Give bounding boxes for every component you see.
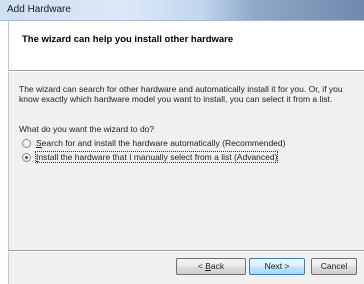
option-search-label[interactable]: Search for and install the hardware auto… bbox=[36, 138, 285, 148]
title-bar[interactable]: Add Hardware bbox=[0, 0, 364, 21]
radio-search-automatically[interactable] bbox=[22, 138, 31, 148]
description-text: The wizard can search for other hardware… bbox=[19, 84, 343, 104]
question-label: What do you want the wizard to do? bbox=[19, 124, 155, 134]
option-manual-label[interactable]: Install the hardware that I manually sel… bbox=[34, 151, 279, 163]
back-button[interactable]: < Back bbox=[176, 258, 246, 275]
radio-manual-select[interactable] bbox=[22, 152, 31, 162]
option-search-automatically[interactable]: Search for and install the hardware auto… bbox=[22, 137, 285, 149]
next-button[interactable]: Next > bbox=[249, 258, 305, 275]
cancel-button[interactable]: Cancel bbox=[311, 258, 357, 275]
window-title: Add Hardware bbox=[7, 4, 71, 15]
header-title: The wizard can help you install other ha… bbox=[22, 34, 234, 45]
option-manual-select[interactable]: Install the hardware that I manually sel… bbox=[22, 151, 279, 163]
wizard-header: The wizard can help you install other ha… bbox=[8, 21, 364, 70]
